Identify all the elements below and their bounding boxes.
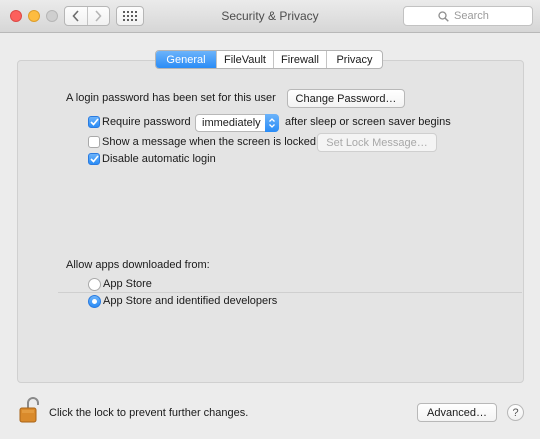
title-bar: Security & Privacy xyxy=(0,0,540,33)
tab-general[interactable]: General xyxy=(156,51,216,68)
require-password-checkbox[interactable] xyxy=(88,116,100,128)
close-window-button[interactable] xyxy=(10,10,22,22)
lock-message-label: Show a message when the screen is locked xyxy=(102,136,317,148)
navigation-buttons xyxy=(64,6,110,26)
grid-icon xyxy=(123,11,137,21)
radio-app-store-label: App Store xyxy=(103,278,152,290)
forward-button[interactable] xyxy=(86,7,110,25)
chevron-right-icon xyxy=(95,10,102,22)
tab-filevault[interactable]: FileVault xyxy=(216,51,273,68)
magnifier-icon xyxy=(438,10,449,22)
radio-dot xyxy=(92,299,97,304)
search-input[interactable] xyxy=(454,10,498,22)
checkmark-icon xyxy=(89,118,99,126)
allow-apps-heading: Allow apps downloaded from: xyxy=(66,259,210,271)
popup-arrows-icon xyxy=(265,114,279,132)
lock-instructions: Click the lock to prevent further change… xyxy=(49,407,249,419)
zoom-window-button[interactable] xyxy=(46,10,58,22)
security-privacy-window: Security & Privacy General FileVault Fir… xyxy=(0,0,540,439)
minimize-window-button[interactable] xyxy=(28,10,40,22)
password-delay-popup[interactable]: immediately xyxy=(195,114,279,132)
window-title: Security & Privacy xyxy=(221,9,319,23)
help-button[interactable]: ? xyxy=(507,404,524,421)
disable-auto-login-checkbox[interactable] xyxy=(88,153,100,165)
settings-panel xyxy=(17,60,524,383)
disable-auto-login-label: Disable automatic login xyxy=(102,153,216,165)
set-lock-message-button[interactable]: Set Lock Message… xyxy=(317,133,437,152)
section-divider xyxy=(58,292,522,293)
tab-firewall[interactable]: Firewall xyxy=(273,51,326,68)
password-delay-value: immediately xyxy=(202,117,261,129)
radio-app-store[interactable] xyxy=(88,278,101,291)
change-password-button[interactable]: Change Password… xyxy=(287,89,405,108)
lock-message-checkbox[interactable] xyxy=(88,136,100,148)
open-padlock-icon[interactable] xyxy=(19,396,39,423)
advanced-button[interactable]: Advanced… xyxy=(417,403,497,422)
checkmark-icon xyxy=(89,155,99,163)
require-password-label: Require password xyxy=(102,116,191,128)
require-password-suffix: after sleep or screen saver begins xyxy=(285,116,451,128)
tab-privacy[interactable]: Privacy xyxy=(326,51,382,68)
back-button[interactable] xyxy=(65,7,87,25)
tab-bar: General FileVault Firewall Privacy xyxy=(155,50,383,69)
radio-app-store-identified-label: App Store and identified developers xyxy=(103,295,278,307)
search-field[interactable] xyxy=(403,6,533,26)
chevron-left-icon xyxy=(72,10,79,22)
show-all-button[interactable] xyxy=(116,6,144,26)
radio-app-store-identified[interactable] xyxy=(88,295,101,308)
login-password-text: A login password has been set for this u… xyxy=(66,92,276,104)
